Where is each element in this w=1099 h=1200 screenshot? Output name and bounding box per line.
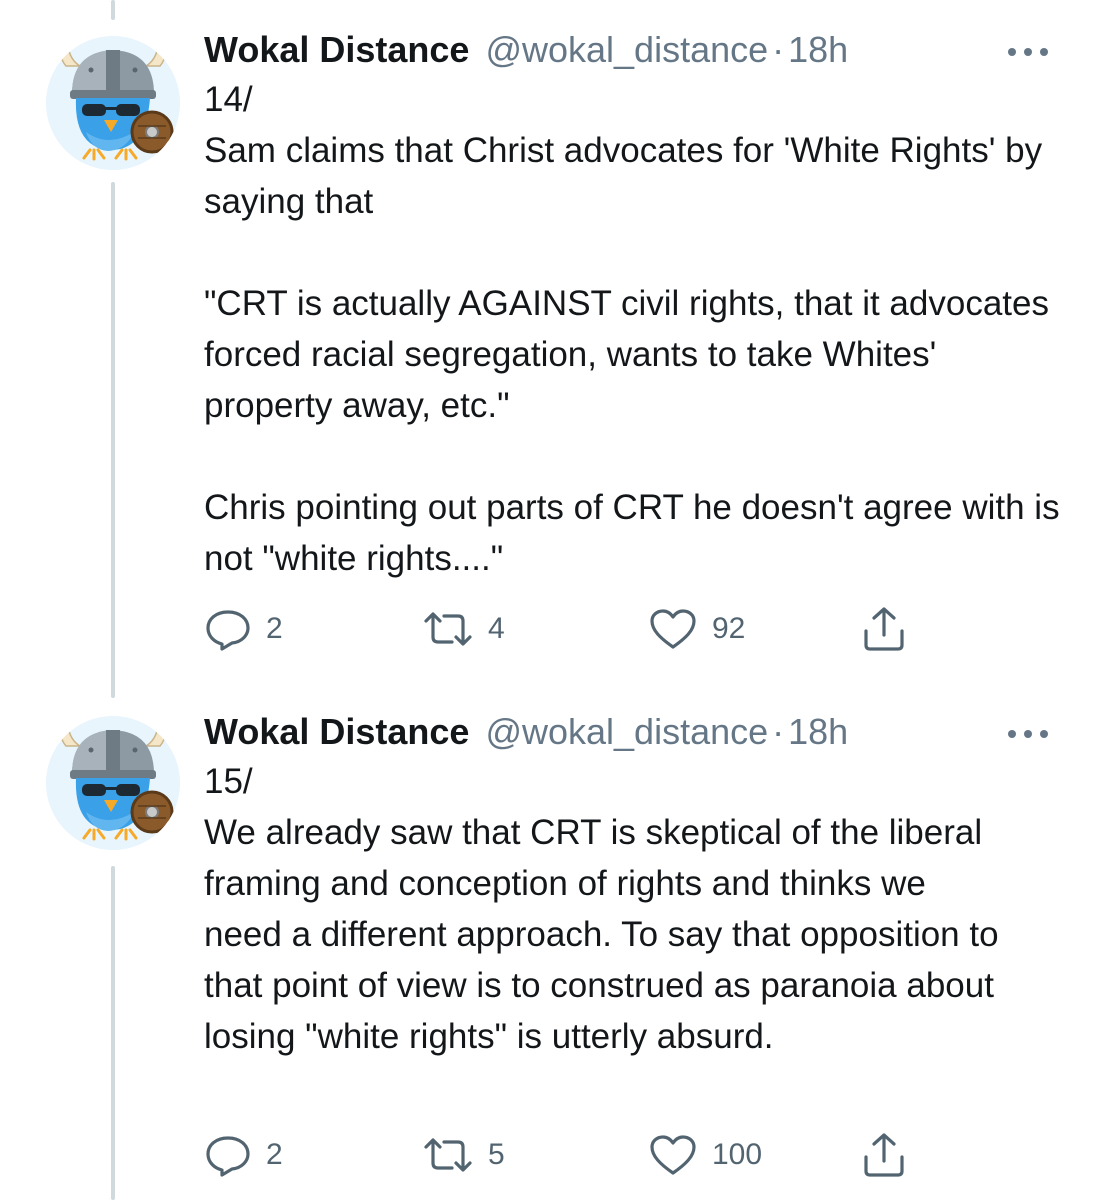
reply-button[interactable]: 2 <box>204 1130 283 1180</box>
share-icon <box>860 605 908 653</box>
share-button[interactable] <box>860 604 908 654</box>
tweet-text: 15/ We already saw that CRT is skeptical… <box>204 756 1004 1062</box>
more-options-icon <box>1008 48 1048 56</box>
handle[interactable]: @wokal_distance <box>485 24 768 76</box>
tweet-paragraph: 14/ <box>204 80 253 119</box>
retweet-button[interactable]: 4 <box>422 604 505 654</box>
tweet-actions: 2 5 100 <box>204 1130 924 1180</box>
viking-bird-avatar-icon <box>46 716 180 850</box>
more-options-button[interactable] <box>1000 40 1056 64</box>
handle[interactable]: @wokal_distance <box>485 706 768 758</box>
reply-icon <box>204 607 252 651</box>
separator-dot: · <box>772 29 785 70</box>
reply-icon <box>204 1133 252 1177</box>
timestamp[interactable]: 18h <box>788 706 848 758</box>
avatar[interactable] <box>46 36 180 170</box>
tweet-paragraph: 15/ <box>204 762 253 801</box>
retweet-icon <box>422 607 474 651</box>
tweet-paragraph: Sam claims that Christ advocates for 'Wh… <box>204 131 1043 221</box>
share-icon <box>860 1131 908 1179</box>
tweet-paragraph: "CRT is actually AGAINST civil rights, t… <box>204 284 1049 425</box>
reply-button[interactable]: 2 <box>204 604 283 654</box>
timestamp[interactable]: 18h <box>788 24 848 76</box>
avatar[interactable] <box>46 716 180 850</box>
like-count: 100 <box>712 1138 763 1171</box>
share-button[interactable] <box>860 1130 908 1180</box>
like-button[interactable]: 100 <box>648 1130 762 1180</box>
tweet-text: 14/ Sam claims that Christ advocates for… <box>204 74 1064 584</box>
tweet-header: Wokal Distance @wokal_distance · 18h <box>204 24 848 76</box>
like-button[interactable]: 92 <box>648 604 745 654</box>
more-options-button[interactable] <box>1000 722 1056 746</box>
heart-icon <box>648 607 698 651</box>
reply-count: 2 <box>266 1138 283 1171</box>
tweet-paragraph: We already saw that CRT is skeptical of … <box>204 813 999 1056</box>
viking-bird-avatar-icon <box>46 36 180 170</box>
like-count: 92 <box>712 612 746 645</box>
tweet-actions: 2 4 92 <box>204 604 924 654</box>
retweet-icon <box>422 1133 474 1177</box>
retweet-button[interactable]: 5 <box>422 1130 505 1180</box>
reply-count: 2 <box>266 612 283 645</box>
tweet-header: Wokal Distance @wokal_distance · 18h <box>204 706 848 758</box>
heart-icon <box>648 1133 698 1177</box>
display-name[interactable]: Wokal Distance <box>204 24 469 76</box>
tweet-paragraph: Chris pointing out parts of CRT he doesn… <box>204 488 1060 578</box>
retweet-count: 5 <box>488 1138 505 1171</box>
more-options-icon <box>1008 730 1048 738</box>
thread-line-top <box>111 0 115 20</box>
tweet-14[interactable]: Wokal Distance @wokal_distance · 18h 14/… <box>0 24 1099 684</box>
display-name[interactable]: Wokal Distance <box>204 706 469 758</box>
tweet-15[interactable]: Wokal Distance @wokal_distance · 18h 15/… <box>0 706 1099 1200</box>
retweet-count: 4 <box>488 612 505 645</box>
separator-dot: · <box>772 711 785 752</box>
